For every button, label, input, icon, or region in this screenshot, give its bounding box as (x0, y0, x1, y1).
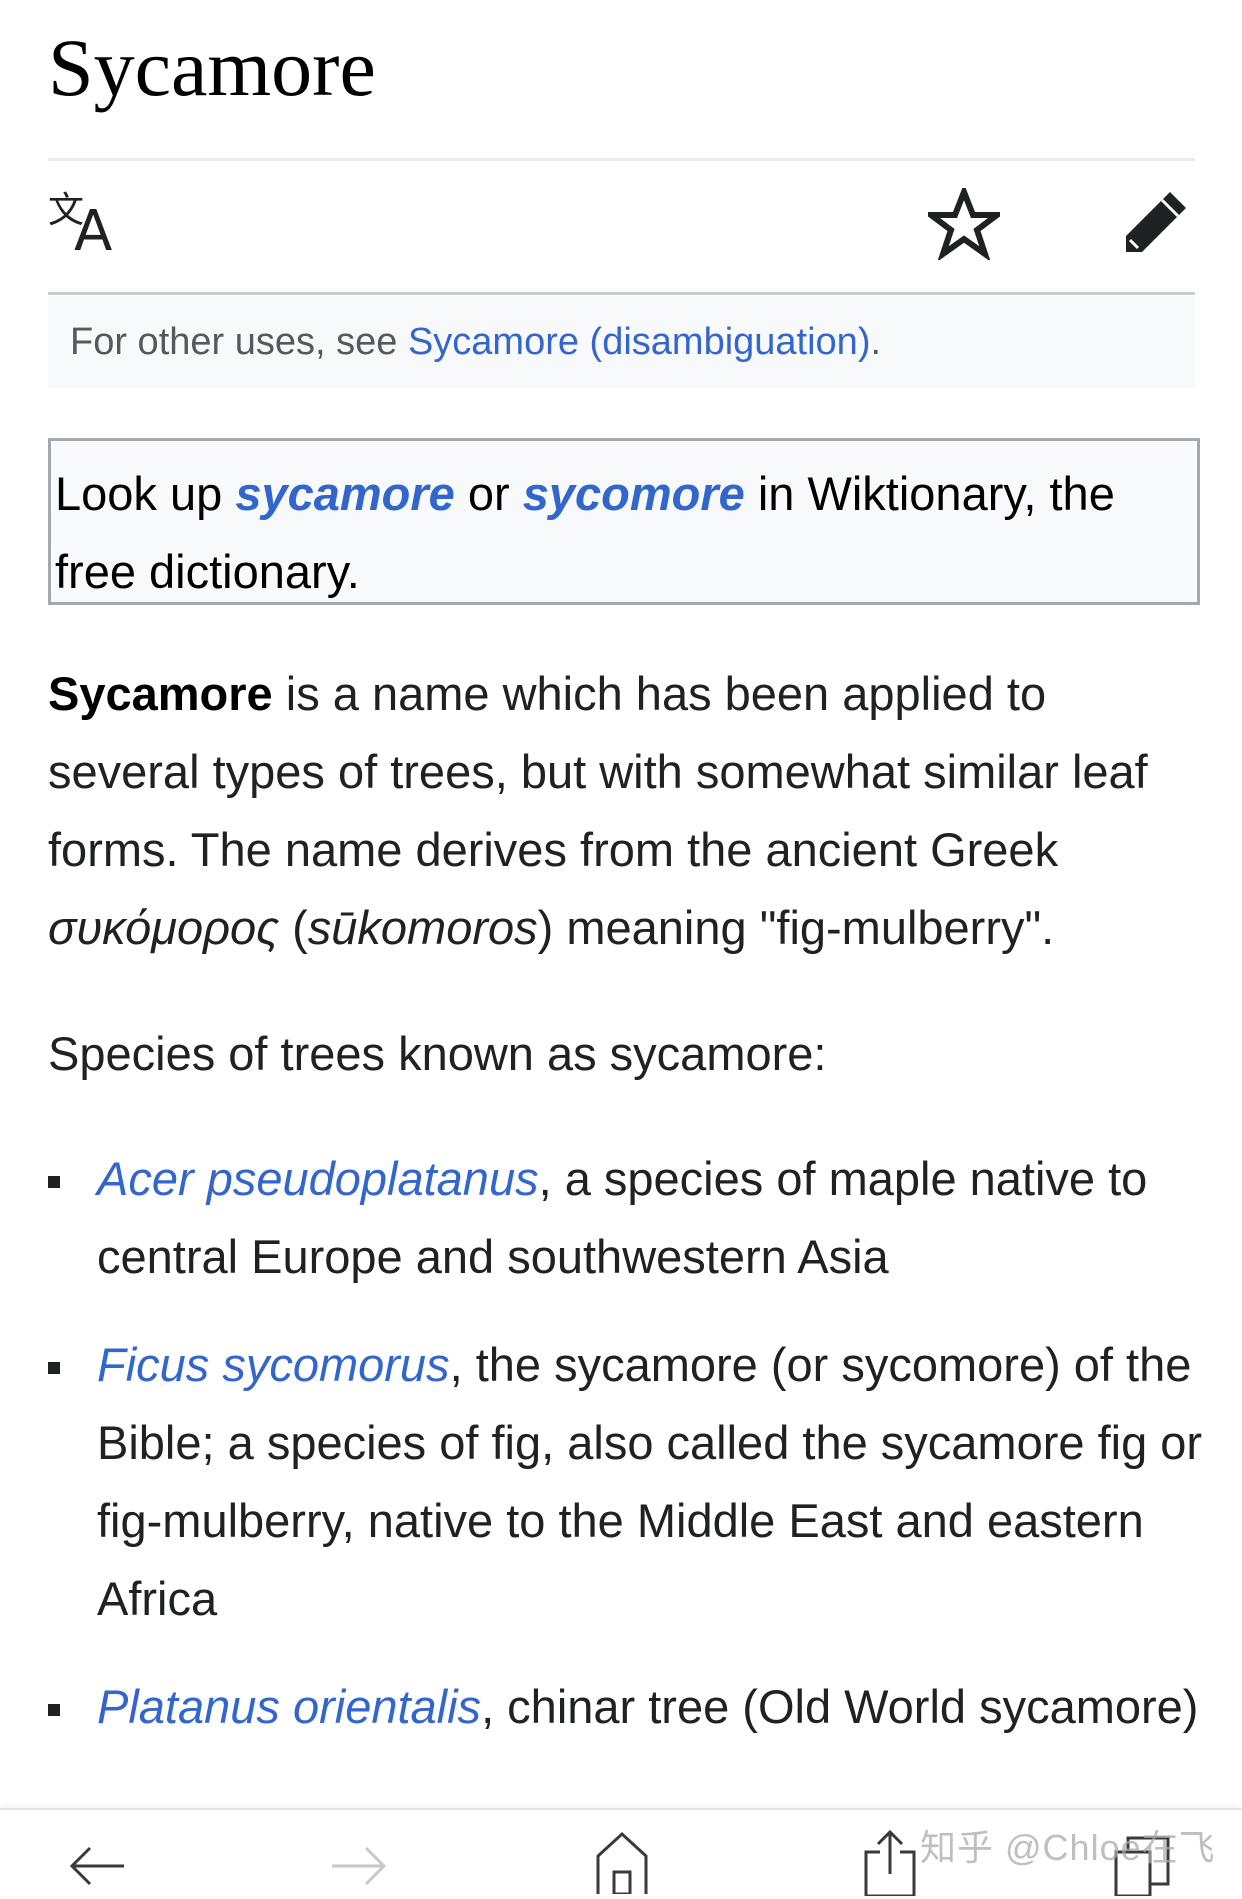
disambiguation-link[interactable]: Sycamore (disambiguation) (408, 321, 871, 363)
bullet-icon (48, 1176, 60, 1188)
list-item: Ficus sycomorus, the sycamore (or sycomo… (48, 1326, 1208, 1638)
species-link-platanus[interactable]: Platanus orientalis (97, 1680, 481, 1733)
hatnote-suffix: . (870, 321, 882, 363)
page-actions-toolbar: 文 A (48, 176, 1195, 292)
transliteration: sūkomoros (307, 901, 538, 954)
species-link-ficus[interactable]: Ficus sycomorus (97, 1338, 450, 1391)
arrow-left-icon[interactable] (68, 1830, 128, 1895)
greek-term: συκόμορος (48, 901, 280, 954)
wiktionary-link-sycomore[interactable]: sycomore (523, 467, 745, 520)
species-link-acer[interactable]: Acer pseudoplatanus (97, 1152, 539, 1205)
page-title: Sycamore (48, 22, 376, 113)
intro-bold-term: Sycamore (48, 667, 273, 720)
article-page: Sycamore 文 A For other uses, see Sycamor… (0, 0, 1242, 1899)
home-icon[interactable] (594, 1830, 650, 1899)
title-divider (48, 158, 1195, 161)
hatnote: For other uses, see Sycamore (disambigua… (48, 296, 1195, 388)
bullet-icon (48, 1362, 60, 1374)
species-heading: Species of trees known as sycamore: (48, 1027, 827, 1080)
hatnote-prefix: For other uses, see (70, 321, 408, 363)
arrow-right-icon[interactable] (328, 1830, 388, 1895)
intro-text-3: ) meaning "fig-mulberry". (537, 901, 1055, 954)
star-icon[interactable] (922, 183, 1006, 265)
list-item: Platanus orientalis, chinar tree (Old Wo… (48, 1668, 1208, 1746)
species-list: Acer pseudoplatanus, a species of maple … (48, 1140, 1208, 1776)
pencil-icon[interactable] (1120, 188, 1190, 263)
watermark: 知乎 @Chloe在飞 (920, 1827, 1216, 1868)
intro-paragraph: Sycamore is a name which has been applie… (48, 655, 1208, 967)
translate-icon[interactable]: 文 A (48, 188, 120, 264)
toolbar-divider (48, 292, 1195, 295)
svg-text:A: A (74, 199, 112, 252)
wiktionary-prefix: Look up (55, 467, 236, 520)
wiktionary-middle: or (454, 467, 523, 520)
share-icon[interactable] (862, 1829, 918, 1899)
intro-text-2: ( (279, 901, 308, 954)
wiktionary-box: Look up sycamore or sycomore in Wiktiona… (48, 438, 1200, 605)
wiktionary-link-sycamore[interactable]: sycamore (235, 467, 455, 520)
list-item: Acer pseudoplatanus, a species of maple … (48, 1140, 1208, 1296)
species-description: , chinar tree (Old World sycamore) (481, 1680, 1199, 1733)
bullet-icon (48, 1704, 60, 1716)
